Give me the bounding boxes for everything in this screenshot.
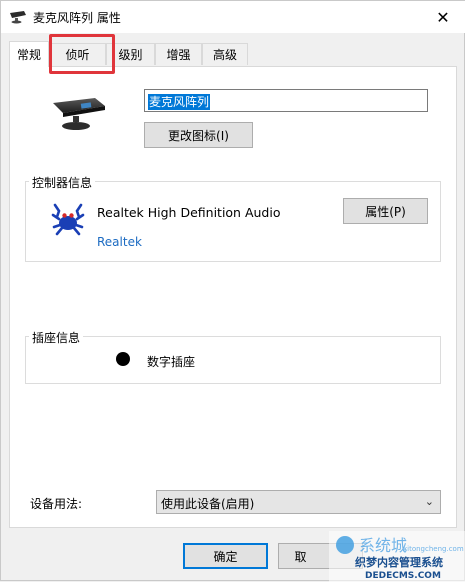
title-bar: 麦克风阵列 属性 ✕ [1, 1, 465, 33]
controller-info-label: 控制器信息 [29, 174, 96, 191]
tab-label: 常规 [16, 48, 41, 62]
tab-label: 高级 [212, 48, 237, 62]
window-title: 麦克风阵列 属性 [33, 11, 121, 25]
tab-general[interactable]: 常规 [9, 41, 49, 67]
tab-advanced[interactable]: 高级 [202, 43, 248, 65]
device-name-value: 麦克风阵列 [148, 94, 211, 110]
properties-window: 麦克风阵列 属性 ✕ 常规 侦听 级别 增强 高级 麦克风阵列 更改图标(I) … [0, 0, 465, 582]
tab-label: 级别 [118, 48, 143, 62]
watermark-line1: 系统城 [359, 536, 407, 555]
jack-info-group [25, 336, 441, 384]
change-icon-button-label: 更改图标(I) [168, 128, 229, 143]
watermark-line2: xitongcheng.com [403, 545, 464, 553]
microphone-array-icon [53, 98, 105, 130]
digital-jack-dot-icon [116, 352, 130, 366]
tab-enhancements[interactable]: 增强 [155, 43, 202, 65]
site-watermark: 系统城 xitongcheng.com 织梦内容管理系统 DEDECMS.COM [329, 531, 465, 582]
ok-button-label: 确定 [213, 549, 238, 564]
tab-label: 增强 [166, 48, 191, 62]
device-usage-label: 设备用法: [30, 497, 83, 511]
watermark-line3: 织梦内容管理系统 [355, 555, 443, 569]
jack-type: 数字插座 [147, 355, 196, 369]
controller-name: Realtek High Definition Audio [97, 205, 281, 220]
controller-vendor-link[interactable]: Realtek [97, 235, 142, 249]
controller-properties-label: 属性(P) [365, 204, 406, 219]
ok-button[interactable]: 确定 [183, 543, 268, 569]
watermark-line4: DEDECMS.COM [365, 571, 441, 581]
cancel-button-label: 取 [294, 549, 307, 564]
device-name-field[interactable]: 麦克风阵列 [144, 89, 428, 112]
annotation-highlight-box [49, 34, 115, 74]
realtek-crab-icon [51, 203, 85, 236]
jack-info-label: 插座信息 [29, 329, 84, 346]
close-icon: ✕ [436, 7, 450, 27]
microphone-array-icon [10, 11, 26, 24]
device-usage-value: 使用此设备(启用) [161, 497, 255, 511]
controller-properties-button[interactable]: 属性(P) [343, 198, 428, 224]
close-button[interactable]: ✕ [420, 1, 465, 33]
change-icon-button[interactable]: 更改图标(I) [144, 122, 253, 148]
chevron-down-icon: ⌄ [424, 495, 434, 508]
device-usage-select[interactable]: 使用此设备(启用) ⌄ [156, 490, 441, 514]
